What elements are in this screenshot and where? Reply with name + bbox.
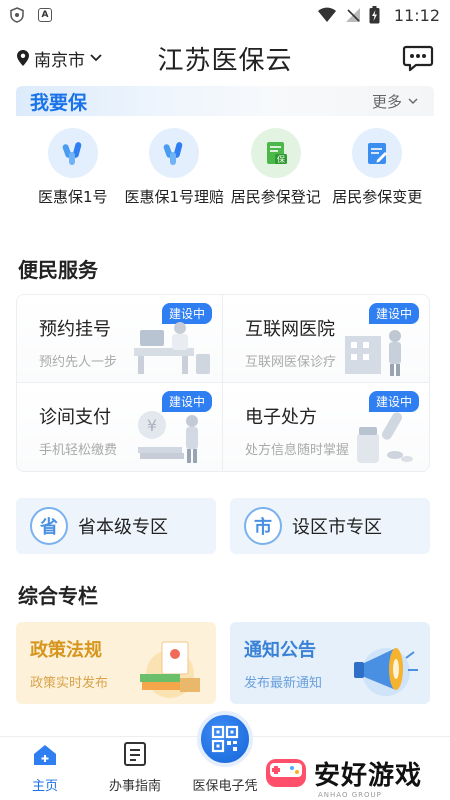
no-signal-icon [345, 8, 360, 22]
city-zone-button[interactable]: 市 设区市专区 [230, 498, 430, 554]
province-zone-button[interactable]: 省 省本级专区 [16, 498, 216, 554]
insure-item-yihuibao[interactable]: 医惠保1号 [22, 128, 124, 207]
service-e-prescription[interactable]: 电子处方 处方信息随时掌握 建设中 [223, 383, 429, 471]
battery-icon [369, 6, 380, 24]
nav-label: 办事指南 [108, 779, 161, 794]
nav-guide[interactable]: 办事指南 [90, 737, 180, 800]
chat-icon[interactable] [402, 44, 434, 72]
province-icon: 省 [30, 507, 68, 545]
insure-item-label: 居民参保变更 [332, 188, 423, 206]
policy-card[interactable]: 政策法规 政策实时发布 [16, 622, 216, 704]
insure-item-change[interactable]: 居民参保变更 [327, 128, 429, 207]
nav-home[interactable]: 主页 [0, 737, 90, 800]
insure-item-label: 医惠保1号理赔 [124, 188, 225, 206]
watermark-logo: 安好游戏 ANHAO GROUP [264, 746, 450, 800]
columns-title: 综合专栏 [18, 584, 98, 608]
location-pin-icon [17, 50, 29, 66]
header: 南京市 江苏医保云 [0, 30, 450, 86]
medicine-bottle-icon [357, 412, 413, 463]
more-label: 更多 [371, 92, 402, 111]
svg-text:保: 保 [277, 154, 285, 164]
edit-document-icon [352, 128, 403, 178]
service-appointment[interactable]: 预约挂号 预约先人一步 建设中 [17, 295, 223, 383]
register-document-icon: 保 [250, 128, 301, 178]
megaphone-icon [354, 648, 418, 696]
notice-card[interactable]: 通知公告 发布最新通知 [230, 622, 430, 704]
insure-item-yihuibao-claim[interactable]: 医惠保1号理赔 [124, 128, 226, 207]
doctor-desk-icon [134, 322, 210, 374]
shield-icon [10, 7, 24, 23]
watermark-sub: ANHAO GROUP [318, 791, 382, 799]
insure-items: 医惠保1号 医惠保1号理赔 保 居民参保登记 居民参保变更 [16, 116, 434, 207]
watermark-text: 安好游戏 [314, 760, 423, 791]
payment-coin-icon: ¥ [138, 411, 198, 463]
insure-header: 我要保 更多 [16, 86, 434, 116]
chevron-down-icon [408, 98, 418, 104]
game-controller-icon [266, 759, 306, 787]
a-icon: A [38, 8, 52, 22]
law-books-icon [140, 641, 200, 698]
service-internet-hospital[interactable]: 互联网医院 互联网医保诊疗 建设中 [223, 295, 429, 383]
svg-text:¥: ¥ [147, 416, 157, 435]
insure-item-label: 居民参保登记 [230, 188, 321, 206]
zone-label: 设区市专区 [292, 517, 382, 538]
nav-label: 医保电子凭 [192, 779, 258, 794]
services-grid: 预约挂号 预约先人一步 建设中 互联网医院 互联网医保诊疗 建设中 诊间支付 手… [16, 294, 430, 472]
wifi-icon [317, 7, 336, 22]
city-selector[interactable]: 南京市 [16, 46, 103, 71]
zone-label: 省本级专区 [78, 517, 168, 538]
city-icon: 市 [244, 507, 282, 545]
guide-icon [124, 742, 146, 766]
status-right: 11:12 [317, 6, 440, 25]
insure-item-label: 医惠保1号 [37, 188, 108, 206]
chevron-down-icon [90, 54, 102, 62]
city-label: 南京市 [34, 50, 85, 71]
health-leaf-icon [47, 128, 98, 178]
health-leaf-icon [149, 128, 200, 178]
service-clinic-payment[interactable]: 诊间支付 手机轻松缴费 建设中 ¥ [17, 383, 223, 471]
status-bar: A 11:12 [0, 0, 450, 30]
services-title: 便民服务 [18, 258, 98, 282]
qr-code-icon[interactable] [197, 711, 253, 767]
nav-label: 主页 [31, 779, 58, 794]
clock: 11:12 [393, 5, 440, 25]
nav-e-voucher[interactable]: 医保电子凭 [180, 711, 270, 800]
insure-item-register[interactable]: 保 居民参保登记 [225, 128, 327, 207]
hospital-building-icon [345, 330, 401, 376]
more-link[interactable]: 更多 [372, 91, 434, 112]
insure-title: 我要保 [30, 91, 88, 114]
status-left: A [10, 7, 52, 23]
home-icon [34, 745, 56, 765]
